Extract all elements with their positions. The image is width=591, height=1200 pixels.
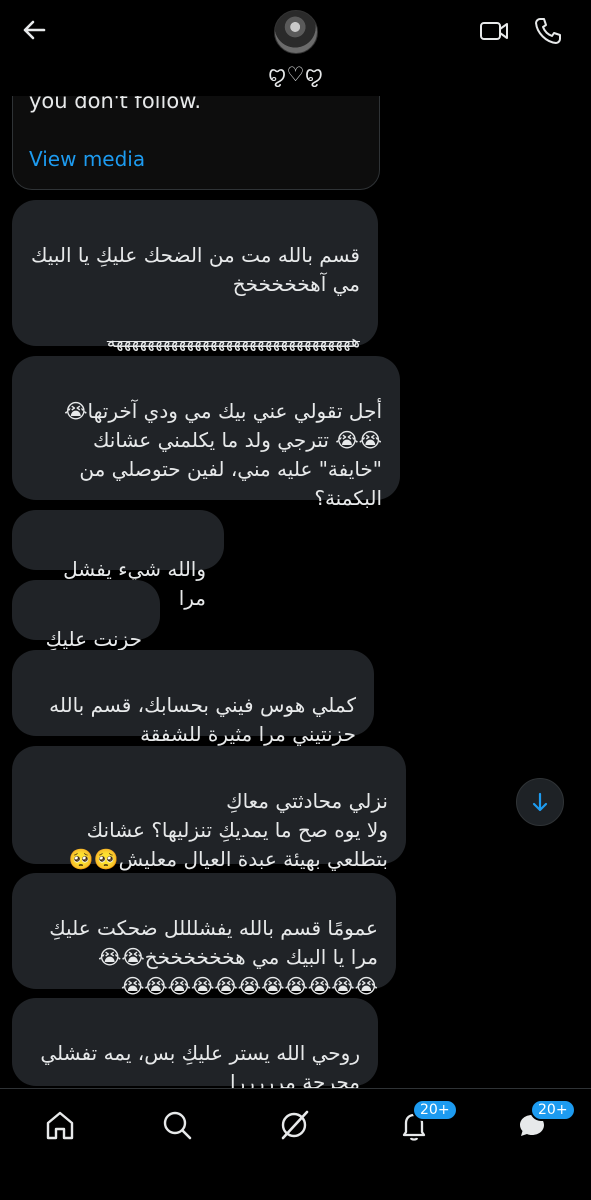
message-text: روحي الله يستر عليكِ بس، يمه تفشلي محرجة… — [40, 1041, 360, 1088]
video-call-icon[interactable] — [477, 14, 511, 48]
phone-call-icon[interactable] — [531, 14, 565, 48]
message-bubble[interactable]: أجل تقولي عني بيك مي ودي آخرتها😭 😭😭 تترج… — [12, 356, 400, 510]
view-media-link[interactable]: View media — [29, 147, 145, 171]
scroll-to-bottom-button[interactable] — [516, 778, 564, 826]
messages-badge: 20+ — [530, 1099, 576, 1121]
home-icon[interactable] — [40, 1105, 80, 1145]
message-bubble[interactable]: كملي هوس فيني بحسابك، قسم بالله حزنتيني … — [12, 650, 374, 746]
contact-name[interactable]: ꨄ♡ꨄ — [0, 60, 591, 89]
message-bubble[interactable]: قسم بالله مت من الضحك عليكِ يا البيك مي … — [12, 200, 378, 412]
search-icon[interactable] — [157, 1105, 197, 1145]
bottom-navigation: 20+ 20+ — [0, 1088, 591, 1200]
message-bubble[interactable]: والله شيء يفشل مرا — [12, 510, 224, 610]
message-text: قسم بالله مت من الضحك عليكِ يا البيك مي … — [30, 243, 360, 296]
notifications-badge: 20+ — [412, 1099, 458, 1121]
message-text: عمومًا قسم بالله يفشلللل ضحكت عليكِ مرا … — [49, 916, 378, 998]
message-text-strike: هههههههههههههههههههههههههههههههه — [106, 332, 360, 352]
avatar[interactable] — [274, 10, 318, 54]
message-bubble[interactable]: عمومًا قسم بالله يفشلللل ضحكت عليكِ مرا … — [12, 873, 396, 998]
message-text: نزلي محادثتي معاكِ ولا يوه صح ما يمديكِ … — [68, 789, 388, 871]
notifications-button[interactable]: 20+ — [394, 1099, 458, 1145]
message-bubble[interactable]: نزلي محادثتي معاكِ ولا يوه صح ما يمديكِ … — [12, 746, 406, 871]
message-text: كملي هوس فيني بحسابك، قسم بالله حزنتيني … — [49, 693, 356, 746]
back-arrow-icon[interactable] — [18, 14, 50, 46]
message-text: أجل تقولي عني بيك مي ودي آخرتها😭 😭😭 تترج… — [64, 399, 382, 510]
message-bubble[interactable]: حزنت عليكِ — [12, 580, 160, 651]
message-bubble[interactable]: روحي الله يستر عليكِ بس، يمه تفشلي محرجة… — [12, 998, 378, 1088]
message-list[interactable]: you don't follow. View media قسم بالله م… — [0, 0, 591, 1088]
arrow-down-icon — [532, 792, 548, 812]
conversation-header: ꨄ♡ꨄ — [0, 0, 591, 96]
messages-button[interactable]: 20+ — [512, 1099, 576, 1145]
grok-icon[interactable] — [274, 1105, 314, 1145]
